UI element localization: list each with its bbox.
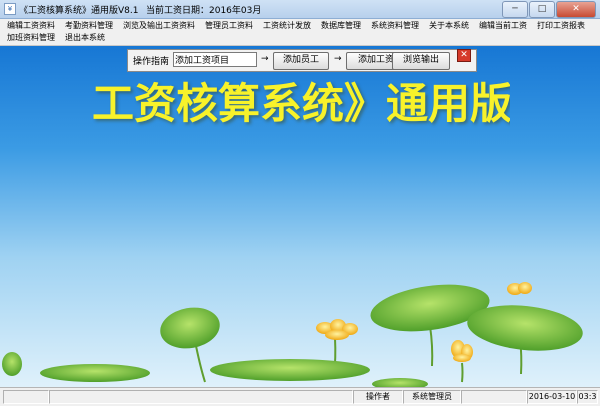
menu-edit-current-salary[interactable]: 编辑当前工资 bbox=[474, 20, 532, 32]
status-panel bbox=[49, 390, 353, 404]
current-salary-date: 当前工资日期：2016年03月 bbox=[146, 6, 262, 16]
menu-print-report[interactable]: 打印工资报表 bbox=[532, 20, 590, 32]
window-controls: ─ □ ✕ bbox=[501, 1, 596, 18]
floating-leaf-pad bbox=[210, 359, 370, 381]
menu-attendance[interactable]: 考勤资料管理 bbox=[60, 20, 118, 32]
operator-value: 系统管理员 bbox=[403, 390, 461, 404]
menu-database[interactable]: 数据库管理 bbox=[316, 20, 366, 32]
status-panel bbox=[3, 390, 49, 404]
floating-leaf-pad bbox=[372, 378, 428, 387]
arrow-icon: → bbox=[334, 54, 342, 64]
menu-system-data[interactable]: 系统资料管理 bbox=[366, 20, 424, 32]
lotus-flower bbox=[507, 282, 532, 295]
status-bar: 操作者 系统管理员 2016-03-10 03:3 bbox=[0, 387, 600, 406]
lotus-leaf bbox=[2, 352, 22, 376]
title-bar: ¥ 《工资核算系统》通用版V8.1 当前工资日期：2016年03月 ─ □ ✕ bbox=[0, 0, 600, 19]
menu-edit-salary-data[interactable]: 编辑工资资料 bbox=[2, 20, 60, 32]
menu-about[interactable]: 关于本系统 bbox=[424, 20, 474, 32]
menu-browse-output[interactable]: 浏览及输出工资资料 bbox=[118, 20, 200, 32]
add-employee-button[interactable]: 添加员工 bbox=[273, 52, 329, 70]
menu-exit[interactable]: 退出本系统 bbox=[60, 32, 110, 44]
status-panel bbox=[461, 390, 527, 404]
operation-guide-label: 操作指南 bbox=[133, 57, 170, 67]
menu-row-1: 编辑工资资料 考勤资料管理 浏览及输出工资资料 管理员工资料 工资统计发放 数据… bbox=[2, 20, 590, 32]
maximize-button[interactable]: □ bbox=[529, 1, 555, 18]
status-time: 03:3 bbox=[577, 390, 598, 404]
browse-output-button[interactable]: 浏览输出 bbox=[392, 52, 450, 70]
lotus-leaf bbox=[160, 307, 220, 349]
lotus-flower bbox=[451, 340, 473, 362]
menu-row-2: 加班资料管理 退出本系统 bbox=[2, 32, 110, 44]
menu-bar: 编辑工资资料 考勤资料管理 浏览及输出工资资料 管理员工资料 工资统计发放 数据… bbox=[0, 19, 600, 46]
main-area: 操作指南 → 添加员工 → 添加工资 → 浏览输出 ✕ 工资核算系统》通用版V8 bbox=[0, 46, 600, 387]
arrow-icon: → bbox=[261, 54, 269, 64]
menu-employee-data[interactable]: 管理员工资料 bbox=[200, 20, 258, 32]
menu-salary-stats[interactable]: 工资统计发放 bbox=[258, 20, 316, 32]
toolbar-close-icon[interactable]: ✕ bbox=[457, 49, 471, 62]
app-icon: ¥ bbox=[4, 3, 16, 15]
minimize-button[interactable]: ─ bbox=[502, 1, 528, 18]
operation-guide-field[interactable] bbox=[173, 52, 257, 67]
operation-guide-toolbar: 操作指南 → 添加员工 → 添加工资 → 浏览输出 ✕ bbox=[127, 49, 477, 72]
lotus-flower bbox=[316, 319, 358, 340]
menu-overtime[interactable]: 加班资料管理 bbox=[2, 32, 60, 44]
window-title: 《工资核算系统》通用版V8.1 bbox=[19, 6, 139, 16]
close-button[interactable]: ✕ bbox=[556, 1, 596, 18]
status-date: 2016-03-10 bbox=[527, 390, 577, 404]
system-banner: 工资核算系统》通用版V8 bbox=[92, 79, 510, 128]
floating-leaf-pad bbox=[40, 364, 150, 382]
operator-label: 操作者 bbox=[353, 390, 403, 404]
